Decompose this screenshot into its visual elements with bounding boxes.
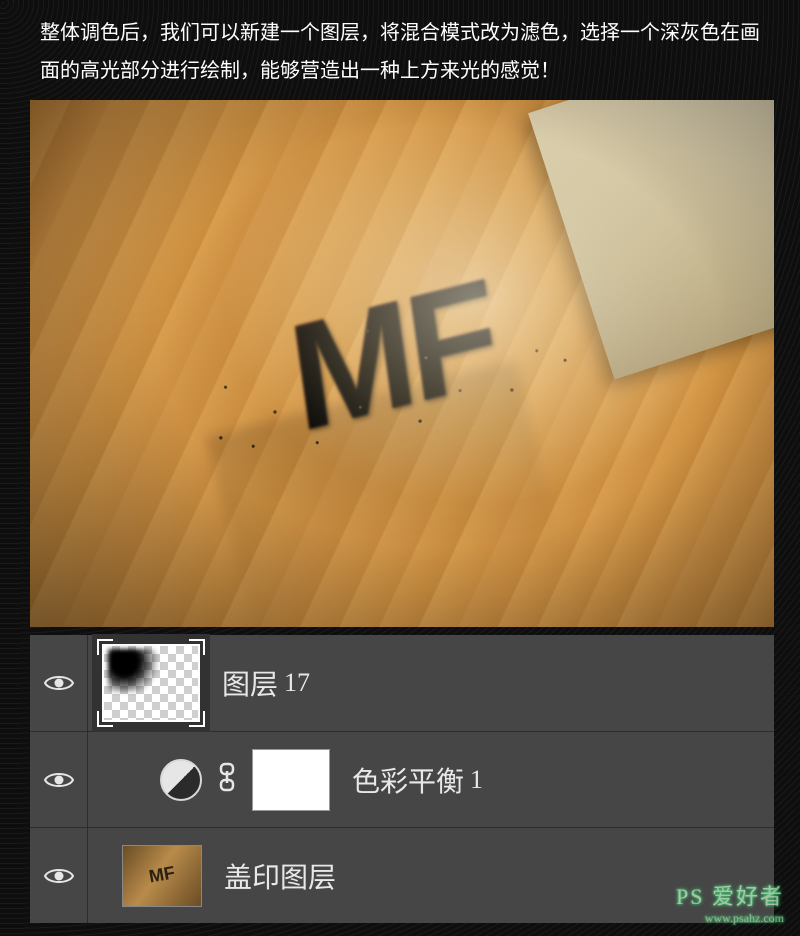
layer-thumbnail[interactable]: [122, 845, 202, 907]
thumbnail-content: [108, 649, 163, 692]
layer-row[interactable]: 图层 17: [30, 635, 774, 731]
layer-index: 17: [284, 668, 310, 698]
layer-thumbnail[interactable]: [102, 644, 200, 722]
eye-icon: [44, 770, 74, 790]
link-icon[interactable]: [216, 762, 238, 797]
layer-row[interactable]: 色彩平衡 1: [30, 731, 774, 827]
eye-icon: [44, 673, 74, 693]
visibility-toggle[interactable]: [30, 828, 88, 923]
layer-name[interactable]: 色彩平衡: [352, 760, 464, 800]
tutorial-caption: 整体调色后，我们可以新建一个图层，将混合模式改为滤色，选择一个深灰色在画面的高光…: [0, 0, 800, 100]
visibility-toggle[interactable]: [30, 635, 88, 731]
layer-name[interactable]: 盖印图层: [224, 856, 336, 896]
vignette: [30, 100, 774, 627]
color-balance-icon[interactable]: [160, 759, 202, 801]
artwork-preview: MF: [30, 100, 774, 627]
layer-name[interactable]: 图层: [222, 663, 278, 703]
visibility-toggle[interactable]: [30, 732, 88, 827]
layer-row[interactable]: 盖印图层: [30, 827, 774, 923]
eye-icon: [44, 866, 74, 886]
layer-index: 1: [470, 765, 483, 795]
layer-mask-thumbnail[interactable]: [252, 749, 330, 811]
layers-panel: 图层 17 色彩平衡 1: [30, 635, 774, 923]
